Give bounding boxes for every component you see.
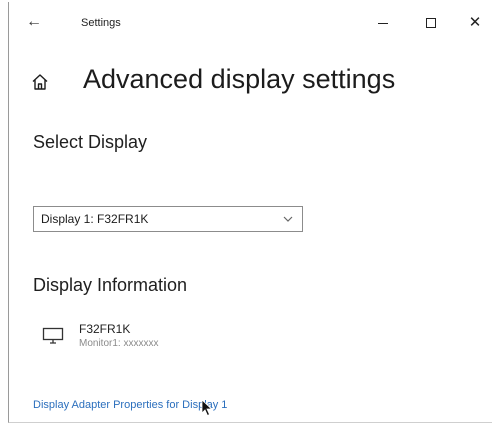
monitor-description: Monitor1: xxxxxxx [79,338,159,349]
display-adapter-properties-link[interactable]: Display Adapter Properties for Display 1 [33,399,227,411]
monitor-name: F32FR1K [79,322,131,336]
home-icon[interactable] [30,72,50,92]
chevron-down-icon [283,216,293,222]
close-button[interactable]: ✕ [461,12,489,34]
dropdown-selected-value: Display 1: F32FR1K [41,212,149,226]
mouse-cursor-icon [201,399,213,417]
back-arrow-icon: ← [26,13,42,30]
title-bar: ← Settings ✕ [9,2,492,44]
select-display-heading: Select Display [33,132,148,152]
close-icon: ✕ [468,14,482,31]
maximize-button[interactable] [417,12,445,34]
page-title: Advanced display settings [83,64,396,94]
display-information-heading: Display Information [33,275,188,295]
minimize-icon [378,22,388,24]
maximize-icon [426,18,436,29]
back-button[interactable]: ← [23,12,45,32]
display-select-dropdown[interactable]: Display 1: F32FR1K [33,206,303,232]
minimize-button[interactable] [369,12,397,34]
settings-window: ← Settings ✕ Advanced display settings S… [8,2,492,423]
monitor-icon [42,327,64,344]
window-title: Settings [81,17,121,29]
